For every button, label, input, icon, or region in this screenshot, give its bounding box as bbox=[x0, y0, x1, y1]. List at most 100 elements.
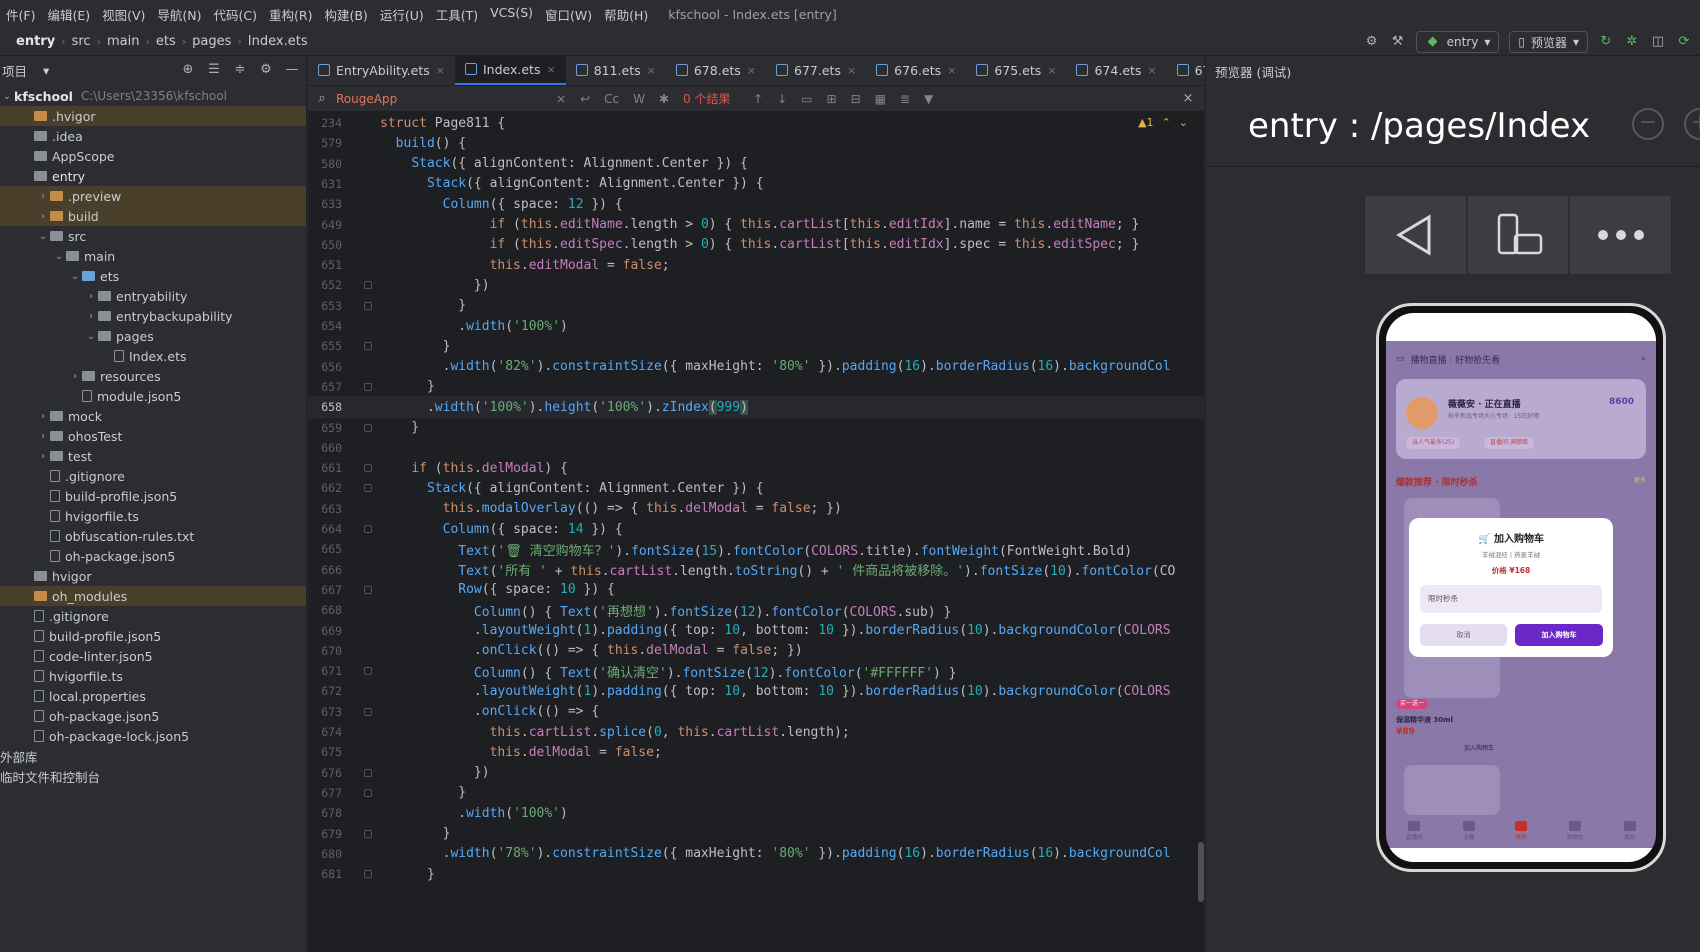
editor-tab[interactable]: 678.ets × bbox=[666, 55, 766, 85]
find-input[interactable]: RougeApp bbox=[336, 92, 556, 106]
code-line[interactable]: 579 build() { bbox=[308, 132, 1204, 154]
tree-item[interactable]: › entryability bbox=[0, 286, 306, 306]
menu-item[interactable]: 编辑(E) bbox=[41, 5, 96, 24]
tree-item[interactable]: .gitignore bbox=[0, 606, 306, 626]
fold-marker-icon[interactable] bbox=[364, 585, 372, 594]
fold-marker-icon[interactable] bbox=[364, 423, 372, 432]
code-line[interactable]: 669 .layoutWeight(1).padding({ top: 10, … bbox=[308, 620, 1204, 642]
tree-item[interactable]: Index.ets bbox=[0, 346, 306, 366]
code-line[interactable]: 656 .width('82%').constraintSize({ maxHe… bbox=[308, 356, 1204, 378]
code-line[interactable]: 675 this.delModal = false; bbox=[308, 741, 1204, 763]
run-config-select[interactable]: ◆ entry ▾ bbox=[1415, 31, 1500, 53]
list-icon[interactable]: ≣ bbox=[900, 92, 910, 106]
debug-icon[interactable]: ✲ bbox=[1624, 34, 1640, 50]
code-line[interactable]: 679 } bbox=[308, 823, 1204, 845]
tree-item[interactable]: module.json5 bbox=[0, 386, 306, 406]
tree-item[interactable]: › test bbox=[0, 446, 306, 466]
code-line[interactable]: 668 Column() { Text('再想想').fontSize(12).… bbox=[308, 599, 1204, 621]
app-tab[interactable]: 购物车 bbox=[1567, 821, 1584, 841]
whole-word-icon[interactable]: W bbox=[633, 92, 645, 106]
app-tab[interactable]: 直播间 bbox=[1406, 821, 1423, 841]
code-line[interactable]: 664 Column({ space: 14 }) { bbox=[308, 518, 1204, 540]
code-line[interactable]: 234 struct Page811 { bbox=[308, 112, 1204, 134]
code-line[interactable]: 681 } bbox=[308, 863, 1204, 885]
close-icon[interactable]: × bbox=[847, 64, 856, 77]
close-icon[interactable]: × bbox=[1147, 64, 1156, 77]
code-line[interactable]: 580 Stack({ alignContent: Alignment.Cent… bbox=[308, 153, 1204, 175]
tree-item[interactable]: hvigorfile.ts bbox=[0, 506, 306, 526]
filter-icon[interactable]: ▼ bbox=[924, 92, 933, 106]
menu-item[interactable]: 窗口(W) bbox=[539, 5, 598, 24]
live-card[interactable]: 薇薇安 · 正在直播 秋冬新品专场大小专场 · 15日好物 8600 当人气最多… bbox=[1396, 379, 1646, 459]
tree-item[interactable]: › resources bbox=[0, 366, 306, 386]
close-icon[interactable]: × bbox=[546, 63, 555, 76]
breadcrumb-item[interactable]: pages bbox=[192, 34, 231, 49]
tree-item[interactable]: .idea bbox=[0, 126, 306, 146]
editor-tab[interactable]: 677.ets × bbox=[766, 55, 866, 85]
fold-marker-icon[interactable] bbox=[364, 768, 372, 777]
back-button[interactable] bbox=[1365, 196, 1466, 274]
editor-tab[interactable]: 674.ets × bbox=[1066, 55, 1166, 85]
code-line[interactable]: 665 Text('🗑 清空购物车？').fontSize(15).fontCo… bbox=[308, 538, 1204, 560]
tree-item[interactable]: oh-package-lock.json5 bbox=[0, 726, 306, 746]
code-line[interactable]: 653 } bbox=[308, 295, 1204, 317]
fold-marker-icon[interactable] bbox=[364, 301, 372, 310]
code-line[interactable]: 660 bbox=[308, 437, 1204, 459]
menu-item[interactable]: 件(F) bbox=[0, 5, 41, 24]
minimize-icon[interactable]: — bbox=[284, 62, 300, 78]
fold-marker-icon[interactable] bbox=[364, 707, 372, 716]
code-line[interactable]: 672 .layoutWeight(1).padding({ top: 10, … bbox=[308, 680, 1204, 702]
menu-item[interactable]: 运行(U) bbox=[374, 5, 430, 24]
expand-all-icon[interactable]: ☰ bbox=[206, 62, 222, 78]
breadcrumb-item[interactable]: Index.ets bbox=[248, 34, 308, 49]
editor-tab[interactable]: EntryAbility.ets × bbox=[308, 55, 455, 85]
tree-item[interactable]: ⌄ ets bbox=[0, 266, 306, 286]
settings-icon[interactable]: ⚙ bbox=[1364, 34, 1380, 50]
editor-tab[interactable]: Index.ets × bbox=[454, 55, 566, 85]
product-card[interactable] bbox=[1404, 765, 1500, 815]
code-editor[interactable]: ▲1 ⌃ ⌄ 234 struct Page811 {579 build() {5… bbox=[308, 112, 1204, 952]
tree-item[interactable]: oh_modules bbox=[0, 586, 306, 606]
chevron-down-icon[interactable]: ▾ bbox=[43, 63, 49, 78]
fold-marker-icon[interactable] bbox=[364, 281, 372, 290]
more-button[interactable] bbox=[1570, 196, 1672, 274]
code-line[interactable]: 657 } bbox=[308, 376, 1204, 398]
code-line[interactable]: 631 Stack({ alignContent: Alignment.Cent… bbox=[308, 173, 1204, 195]
tree-item[interactable]: 外部库 bbox=[0, 746, 306, 766]
tree-item[interactable]: oh-package.json5 bbox=[0, 706, 306, 726]
collapse-all-icon[interactable]: ≑ bbox=[232, 62, 248, 78]
arrow-down-icon[interactable]: ↓ bbox=[777, 92, 787, 106]
project-root[interactable]: ⌄ kfschool C:\Users\23356\kfschool bbox=[0, 86, 306, 106]
code-line[interactable]: 680 .width('78%').constraintSize({ maxHe… bbox=[308, 843, 1204, 865]
remove-occurrence-icon[interactable]: ⊟ bbox=[851, 92, 861, 106]
section-more[interactable]: 更多 bbox=[1634, 475, 1646, 484]
zoom-in-icon[interactable]: + bbox=[1684, 108, 1700, 140]
code-line[interactable]: 650 if (this.editSpec.length > 0) { this… bbox=[308, 234, 1204, 256]
add-occurrence-icon[interactable]: ⊞ bbox=[827, 92, 837, 106]
search-icon[interactable]: ⌕ bbox=[1641, 354, 1646, 364]
fold-marker-icon[interactable] bbox=[364, 667, 372, 676]
menu-item[interactable]: 构建(B) bbox=[318, 5, 373, 24]
menu-item[interactable]: 工具(T) bbox=[430, 5, 484, 24]
sync-icon[interactable]: ⟳ bbox=[1676, 34, 1692, 50]
fold-marker-icon[interactable] bbox=[364, 342, 372, 351]
cancel-button[interactable]: 取消 bbox=[1420, 624, 1507, 646]
code-line[interactable]: 655 } bbox=[308, 335, 1204, 357]
tree-item[interactable]: › ohosTest bbox=[0, 426, 306, 446]
tree-item[interactable]: › .preview bbox=[0, 186, 306, 206]
app-search-bar[interactable]: ▭ 播物直播 · 好物抢先看 ⌕ bbox=[1396, 349, 1646, 369]
tree-item[interactable]: .hvigor bbox=[0, 106, 306, 126]
select-occurrences-icon[interactable]: ▦ bbox=[875, 92, 886, 106]
tree-item[interactable]: ⌄ main bbox=[0, 246, 306, 266]
hammer-icon[interactable]: ⚒ bbox=[1390, 34, 1406, 50]
tree-item[interactable]: hvigor bbox=[0, 566, 306, 586]
add-to-cart-link[interactable]: 加入购物车 bbox=[1464, 743, 1494, 752]
regex-icon[interactable]: ✱ bbox=[659, 92, 669, 106]
close-icon[interactable]: × bbox=[1047, 64, 1056, 77]
code-line[interactable]: 671 Column() { Text('确认清空').fontSize(12)… bbox=[308, 660, 1204, 682]
tree-item[interactable]: › entrybackupability bbox=[0, 306, 306, 326]
fold-marker-icon[interactable] bbox=[364, 525, 372, 533]
code-line[interactable]: 666 Text('所有 ' + this.cartList.length.to… bbox=[308, 559, 1204, 581]
code-line[interactable]: 652 }) bbox=[308, 274, 1204, 296]
menu-item[interactable]: 导航(N) bbox=[151, 5, 207, 24]
